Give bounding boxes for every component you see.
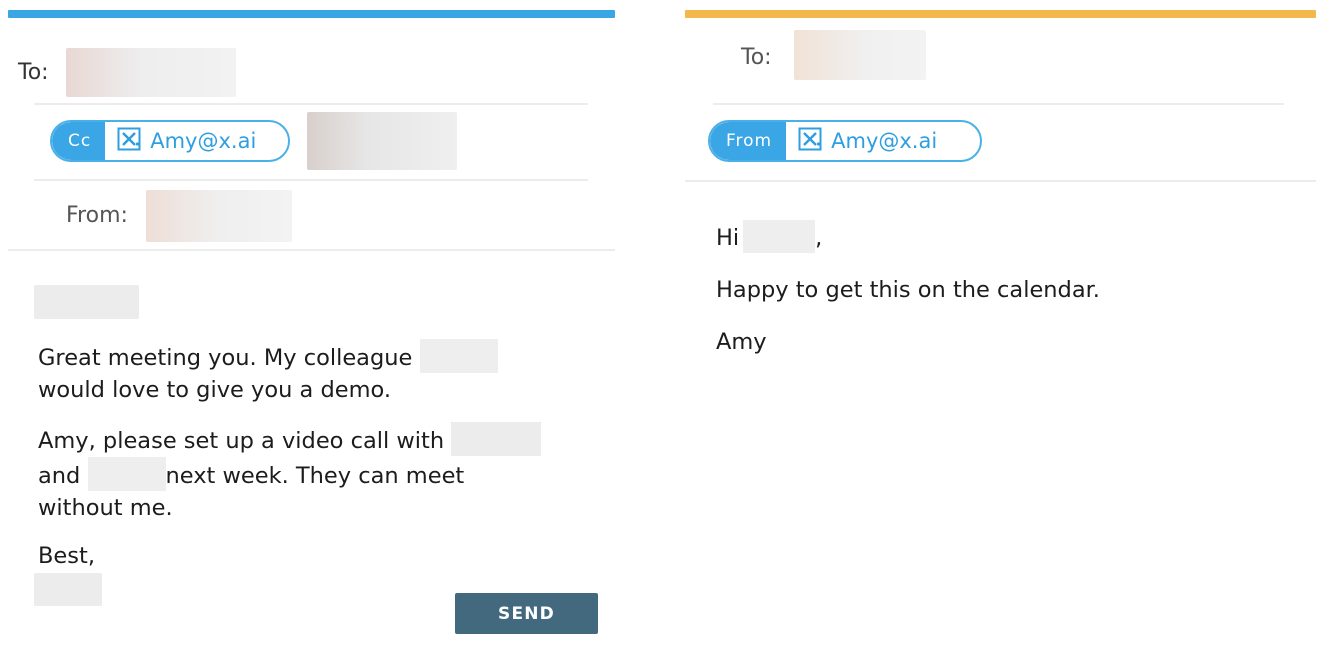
cc-email: Amy@x.ai	[150, 129, 257, 153]
to-label: To:	[741, 45, 772, 70]
cc-tag: Cc	[52, 122, 106, 160]
from-sender-redacted[interactable]	[146, 190, 292, 242]
body-line: would love to give you a demo.	[38, 377, 392, 403]
cc-email-chip-content: Amy@x.ai	[105, 122, 270, 160]
from-tag: From	[710, 122, 787, 160]
x-ai-logo-icon	[798, 127, 822, 156]
send-button[interactable]: SEND	[455, 593, 598, 634]
body-line: without me.	[38, 495, 173, 521]
recipient-name-redacted	[451, 422, 542, 456]
to-recipient-redacted[interactable]	[794, 30, 926, 80]
from-chip[interactable]: From Amy@x.ai	[708, 120, 982, 162]
divider	[34, 103, 588, 105]
from-email: Amy@x.ai	[831, 129, 938, 153]
from-email-chip-content: Amy@x.ai	[786, 122, 951, 160]
recipient-name-redacted	[743, 220, 816, 253]
greeting: Hi,	[716, 220, 1306, 254]
signature: Amy	[716, 329, 767, 355]
from-label: From:	[66, 203, 128, 228]
signoff: Best,	[38, 543, 95, 569]
cc-chip[interactable]: Cc Amy@x.ai	[50, 120, 290, 162]
left-email-compose: To: Cc Amy@x.ai From: Great meeting you.…	[0, 0, 640, 658]
divider	[685, 180, 1316, 182]
greeting-name-redacted	[34, 285, 139, 319]
colleague-name-redacted	[87, 457, 166, 491]
colleague-name-redacted	[419, 339, 498, 373]
reply-body[interactable]: Hi, Happy to get this on the calendar. A…	[716, 220, 1306, 358]
divider	[713, 103, 1284, 105]
right-email-reply: To: From Amy@x.ai Hi, Happy to get this …	[676, 0, 1338, 658]
left-accent-bar	[8, 10, 615, 18]
divider	[34, 179, 588, 181]
body-line: and next week. They can meet	[38, 457, 598, 492]
sender-name-redacted	[34, 573, 102, 606]
body-line: Happy to get this on the calendar.	[716, 277, 1100, 303]
body-line: Amy, please set up a video call with	[38, 422, 598, 457]
divider	[8, 249, 615, 251]
email-body[interactable]: Great meeting you. My colleague would lo…	[38, 339, 598, 572]
x-ai-logo-icon	[117, 127, 141, 156]
to-recipient-redacted[interactable]	[66, 48, 236, 97]
body-line: Great meeting you. My colleague	[38, 339, 598, 374]
right-accent-bar	[685, 10, 1316, 18]
cc-recipient-redacted[interactable]	[307, 112, 457, 170]
to-label: To:	[18, 60, 49, 85]
